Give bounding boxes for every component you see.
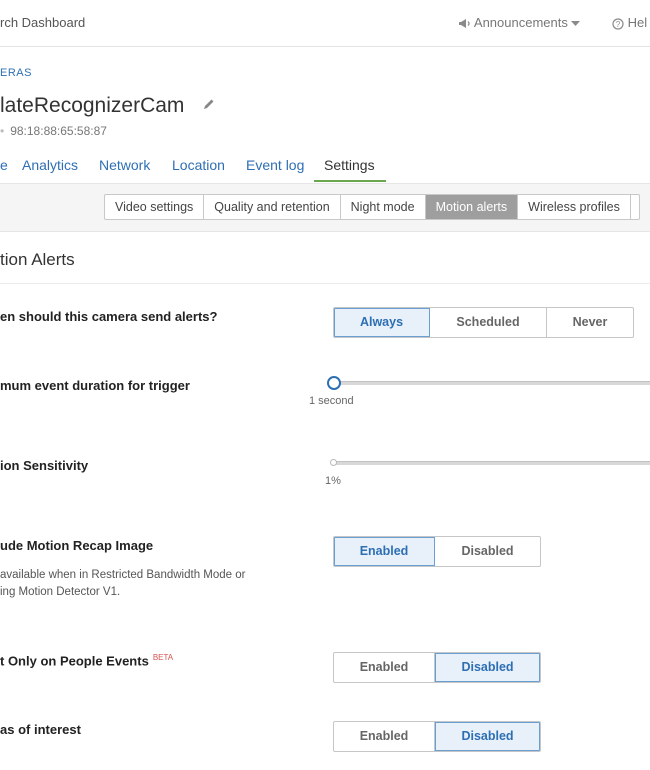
min-duration-slider-thumb[interactable]	[327, 376, 341, 390]
app-title[interactable]: rch Dashboard	[0, 15, 85, 30]
section-title: tion Alerts	[0, 250, 75, 269]
chevron-down-icon	[571, 20, 581, 26]
subtab-quality-retention[interactable]: Quality and retention	[204, 195, 341, 219]
subtab-overflow[interactable]	[631, 195, 639, 219]
subtab-night-mode[interactable]: Night mode	[341, 195, 426, 219]
sensitivity-value: 1%	[325, 475, 341, 487]
active-tab-indicator	[314, 180, 386, 182]
help-label: Hel	[627, 15, 648, 30]
megaphone-icon	[459, 19, 470, 29]
settings-subnav: Video settings Quality and retention Nig…	[0, 183, 650, 232]
min-duration-slider-track[interactable]	[333, 381, 650, 385]
send-alerts-scheduled-button[interactable]: Scheduled	[430, 308, 547, 337]
settings-subtabs: Video settings Quality and retention Nig…	[104, 194, 640, 220]
people-events-selector: Enabled Disabled	[333, 652, 541, 683]
recap-image-label: ude Motion Recap Image	[0, 538, 154, 553]
areas-of-interest-enabled-button[interactable]: Enabled	[334, 722, 435, 751]
tab-location[interactable]: Location	[172, 157, 225, 173]
svg-text:?: ?	[616, 20, 621, 29]
mac-address-row: • 98:18:88:65:58:87	[0, 124, 107, 138]
tab-overview[interactable]: e	[0, 157, 8, 173]
send-alerts-selector: Always Scheduled Never	[333, 307, 634, 338]
help-circle-icon: ?	[612, 17, 624, 30]
people-events-enabled-button[interactable]: Enabled	[334, 653, 435, 682]
areas-of-interest-selector: Enabled Disabled	[333, 721, 541, 752]
send-alerts-always-button[interactable]: Always	[334, 308, 430, 337]
recap-image-help-line-1: available when in Restricted Bandwidth M…	[0, 569, 246, 581]
people-events-disabled-button[interactable]: Disabled	[435, 653, 540, 682]
recap-image-selector: Enabled Disabled	[333, 536, 541, 567]
sensitivity-slider-thumb[interactable]	[330, 459, 337, 466]
tab-settings[interactable]: Settings	[324, 157, 375, 173]
tab-event-log[interactable]: Event log	[246, 157, 304, 173]
help-menu[interactable]: ? Hel	[612, 15, 647, 30]
people-events-label: t Only on People Events BETA	[0, 653, 173, 668]
top-bar: rch Dashboard Announcements ? Hel	[0, 0, 650, 47]
announcements-menu[interactable]: Announcements	[458, 15, 581, 30]
subtab-wireless-profiles[interactable]: Wireless profiles	[518, 195, 631, 219]
recap-image-help: available when in Restricted Bandwidth M…	[0, 567, 245, 601]
announcements-label: Announcements	[473, 15, 568, 30]
min-duration-value: 1 second	[309, 395, 354, 407]
nav-tabs: e Analytics Network Location Event log S…	[0, 150, 650, 183]
recap-image-enabled-button[interactable]: Enabled	[334, 537, 435, 566]
subtab-video-settings[interactable]: Video settings	[105, 195, 205, 219]
section-divider	[0, 283, 650, 284]
recap-image-disabled-button[interactable]: Disabled	[435, 537, 540, 566]
sensitivity-slider-track[interactable]	[333, 461, 650, 465]
send-alerts-label: en should this camera send alerts?	[0, 309, 218, 324]
breadcrumb[interactable]: ERAS	[0, 67, 32, 79]
tab-analytics[interactable]: Analytics	[22, 157, 78, 173]
beta-badge: BETA	[152, 653, 174, 662]
min-duration-label: mum event duration for trigger	[0, 378, 190, 393]
mac-address: 98:18:88:65:58:87	[10, 124, 107, 138]
subtab-motion-alerts[interactable]: Motion alerts	[425, 195, 519, 219]
tab-network[interactable]: Network	[99, 157, 150, 173]
camera-name: lateRecognizerCam	[0, 94, 185, 117]
recap-image-help-line-2: ing Motion Detector V1.	[0, 586, 121, 598]
send-alerts-never-button[interactable]: Never	[547, 308, 633, 337]
separator-dot-icon: •	[0, 124, 5, 138]
areas-of-interest-label: as of interest	[0, 722, 81, 737]
people-events-label-text: t Only on People Events	[0, 653, 149, 669]
pencil-icon[interactable]	[203, 98, 215, 110]
areas-of-interest-disabled-button[interactable]: Disabled	[435, 722, 540, 751]
sensitivity-label: ion Sensitivity	[0, 458, 89, 473]
